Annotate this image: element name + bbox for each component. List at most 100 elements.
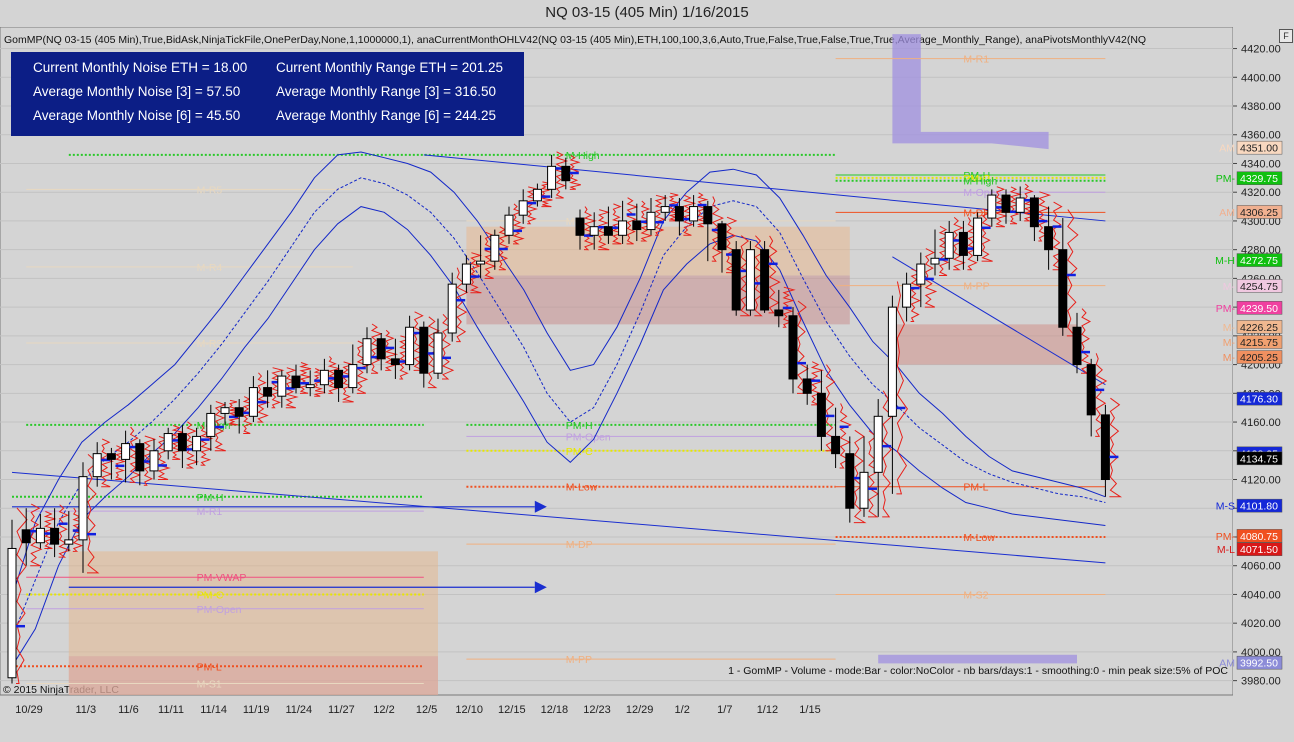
price-tag-prefix: PM- (1216, 173, 1236, 185)
candle-body (689, 206, 699, 222)
y-tick-label: 4360.00 (1241, 130, 1281, 142)
y-tick-label: 4120.00 (1241, 475, 1281, 487)
price-tag-prefix: AM (1219, 207, 1235, 219)
candle-body (334, 369, 344, 389)
level-label: M-R4 (197, 262, 223, 274)
x-tick-label: 11/3 (76, 704, 97, 716)
candle-body (887, 306, 897, 417)
candle-body (1072, 326, 1082, 366)
candle-body (35, 527, 45, 544)
candle-body (504, 214, 514, 236)
candle-body (163, 433, 173, 452)
stat-avg-range-3: Average Monthly Range [3] = 316.50 (276, 84, 497, 99)
x-tick-label: 11/11 (158, 704, 184, 716)
y-tick-label: 4320.00 (1241, 187, 1281, 199)
price-tag-label: 4176.30 (1240, 394, 1278, 406)
monthly-stats-box: Current Monthly Noise ETH = 18.00 Curren… (11, 52, 524, 136)
price-tag-label: 4351.00 (1240, 143, 1278, 155)
candle-body (831, 435, 841, 455)
candle-body (944, 231, 954, 259)
candle-body (362, 338, 372, 366)
candle-body (476, 260, 486, 265)
stat-current-range: Current Monthly Range ETH = 201.25 (276, 60, 503, 75)
candle-body (419, 326, 429, 374)
x-tick-label: 12/29 (626, 704, 654, 716)
stat-avg-noise-3: Average Monthly Noise [3] = 57.50 (33, 84, 241, 99)
level-label: PM-H (566, 420, 593, 432)
x-tick-label: 11/24 (285, 704, 312, 716)
candle-body (674, 206, 684, 222)
candle-body (50, 527, 60, 545)
x-tick-label: 1/7 (717, 704, 732, 716)
x-tick-label: 12/15 (498, 704, 526, 716)
candle-body (1044, 226, 1054, 251)
y-tick-label: 4420.00 (1241, 44, 1281, 56)
candle-body (1086, 364, 1096, 416)
candle-body (745, 249, 755, 311)
level-label: PM-C (566, 446, 593, 458)
candle-body (802, 378, 812, 394)
candle-body (561, 165, 571, 182)
level-label: M-PP (566, 654, 592, 666)
candle-body (376, 338, 386, 360)
stat-avg-range-6: Average Monthly Range [6] = 244.25 (276, 108, 497, 123)
x-tick-label: 11/27 (328, 704, 355, 716)
candle-body (788, 315, 798, 380)
level-label: PM-H (197, 492, 224, 504)
x-tick-label: 10/29 (15, 704, 43, 716)
level-label: M-DP (566, 539, 593, 551)
price-tag-label: 4239.50 (1240, 303, 1278, 315)
candle-body (916, 263, 926, 285)
candle-body (774, 309, 784, 317)
y-tick-label: 4020.00 (1241, 618, 1281, 630)
price-tag-label: 4226.25 (1240, 322, 1278, 334)
level-label: M-R1 (197, 506, 223, 518)
candle-body (319, 369, 329, 386)
candle-body (263, 387, 273, 397)
candle-body (703, 206, 713, 225)
level-label: M-PP (963, 281, 989, 293)
candle-body (106, 453, 116, 460)
price-tag-prefix: M- (1223, 281, 1236, 293)
level-label: M-High (963, 176, 997, 188)
candle-body (1058, 249, 1068, 328)
profile-settings-note: 1 - GomMP - Volume - mode:Bar - color:No… (728, 665, 1228, 677)
level-label: PM-VWAP (197, 572, 247, 584)
price-tag-prefix: M-L (1217, 544, 1235, 556)
candle-body (78, 476, 88, 541)
y-tick-label: 4060.00 (1241, 561, 1281, 573)
candle-body (1100, 414, 1110, 481)
candle-body (618, 220, 628, 236)
candle-body (277, 375, 287, 397)
x-tick-label: 12/10 (455, 704, 483, 716)
candle-body (177, 433, 187, 452)
candle-body (64, 539, 74, 545)
price-tag-prefix: M-H (1215, 255, 1235, 267)
prior-month-low-zone (68, 656, 439, 695)
indicator-list: GomMP(NQ 03-15 (405 Min),True,BidAsk,Nin… (4, 34, 1146, 46)
candle-body (589, 226, 599, 236)
candle-body (518, 200, 528, 216)
candle-body (248, 387, 258, 417)
format-button[interactable]: F (1279, 29, 1293, 43)
candle-body (816, 392, 826, 437)
candle-body (461, 263, 471, 285)
x-tick-label: 1/12 (757, 704, 778, 716)
current-value-zone (892, 324, 1077, 365)
x-tick-label: 11/14 (200, 704, 227, 716)
candle-body (845, 453, 855, 509)
level-label: M-R5 (197, 184, 223, 196)
price-tag-label: 4215.75 (1240, 337, 1278, 349)
candle-body (234, 407, 244, 417)
y-tick-label: 4400.00 (1241, 72, 1281, 84)
x-tick-label: 11/19 (243, 704, 270, 716)
price-tag-prefix: M- (1223, 337, 1236, 349)
candle-body (958, 231, 968, 256)
price-tag-label: 4071.50 (1240, 544, 1278, 556)
x-tick-label: 11/6 (118, 704, 139, 716)
candle-body (1029, 197, 1039, 228)
window-title: NQ 03-15 (405 Min) 1/16/2015 (545, 4, 749, 21)
level-label: M-S2 (963, 589, 988, 601)
candle-body (547, 165, 557, 190)
candle-body (192, 435, 202, 452)
